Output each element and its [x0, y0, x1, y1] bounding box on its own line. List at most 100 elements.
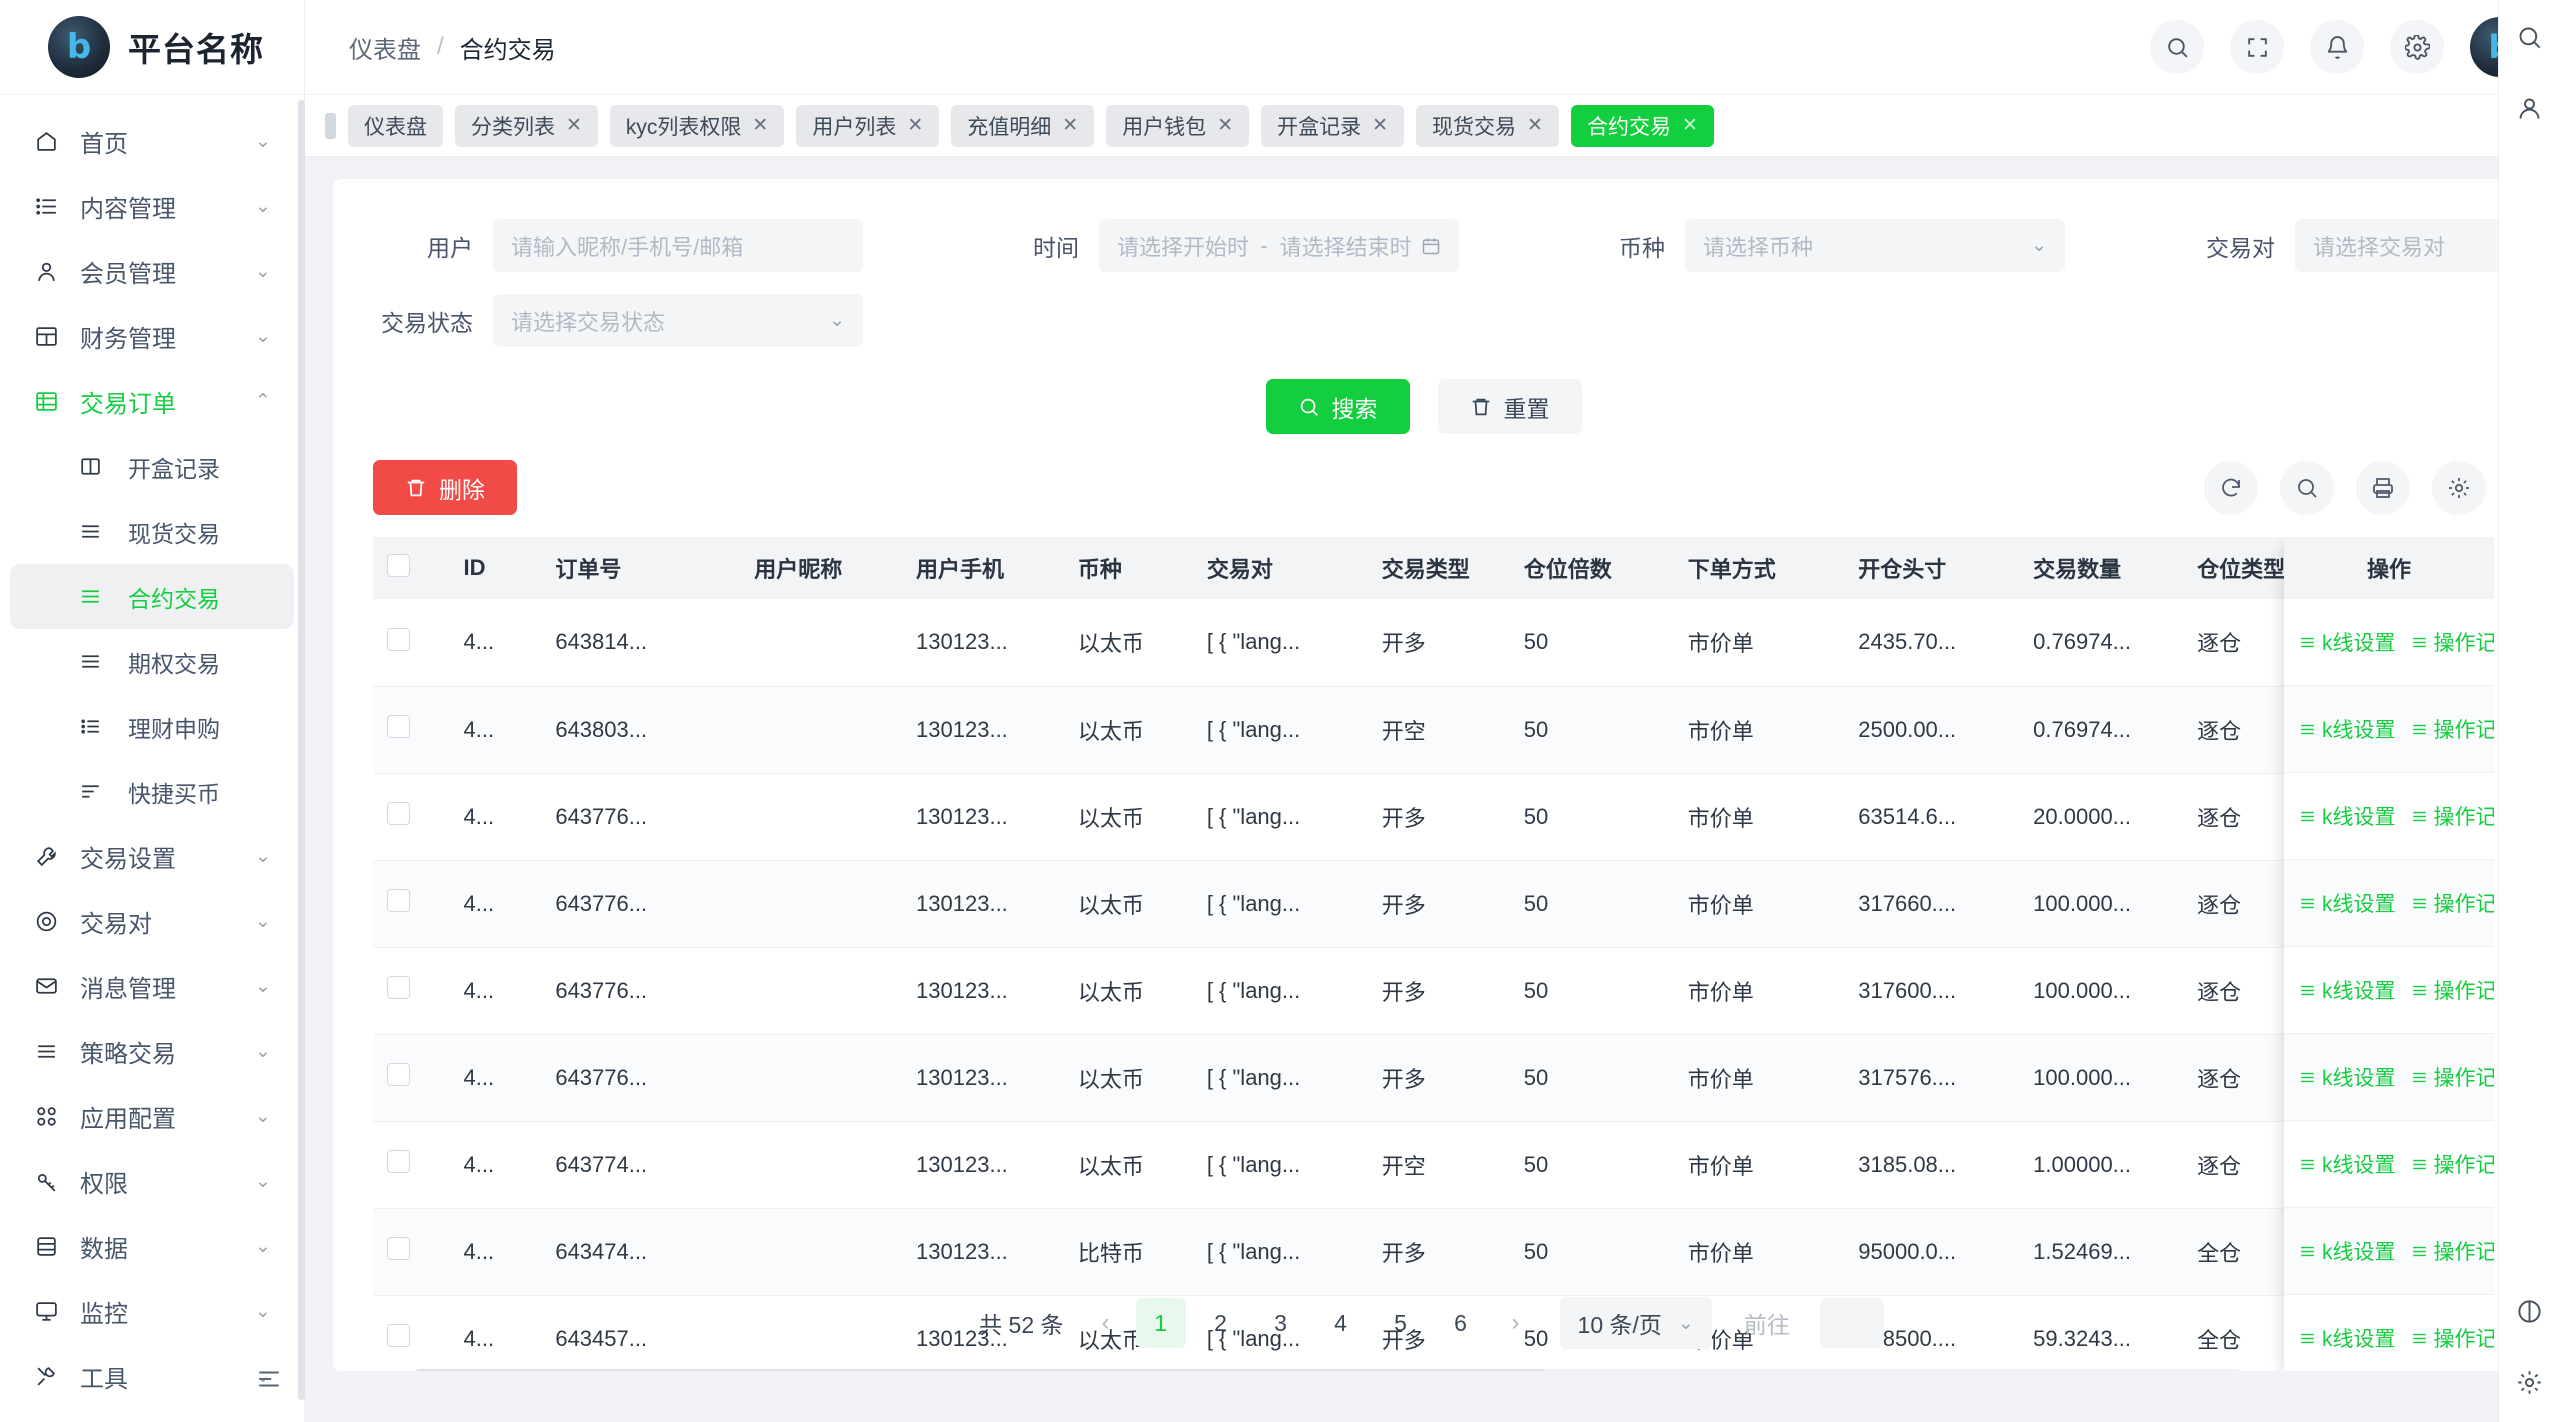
rail-search-icon[interactable]	[2516, 24, 2543, 51]
sidebar-item-期权交易[interactable]: 期权交易	[0, 629, 304, 694]
pagination-page-size[interactable]: 10 条/页 ⌄	[1560, 1297, 1712, 1349]
tab-用户列表[interactable]: 用户列表✕	[796, 105, 939, 147]
op-link-k线设置[interactable]: k线设置	[2298, 1149, 2396, 1179]
brand[interactable]: b 平台名称	[0, 0, 304, 95]
op-link-k线设置[interactable]: k线设置	[2298, 627, 2396, 657]
op-link-操作记录[interactable]: 操作记录	[2410, 975, 2495, 1005]
row-checkbox[interactable]	[387, 1063, 410, 1086]
op-link-k线设置[interactable]: k线设置	[2298, 1236, 2396, 1266]
sidebar-item-会员管理[interactable]: 会员管理⌄	[0, 239, 304, 304]
filter-status-select[interactable]: 请选择交易状态 ⌄	[493, 294, 863, 347]
row-checkbox[interactable]	[387, 628, 410, 651]
close-icon[interactable]: ✕	[1527, 114, 1543, 137]
filter-time-end[interactable]: 请选择结束时间	[1280, 230, 1411, 262]
sidebar-scrollbar[interactable]	[298, 100, 305, 1400]
close-icon[interactable]: ✕	[907, 114, 923, 137]
filter-time-range[interactable]: 请选择开始时间 - 请选择结束时间	[1099, 219, 1459, 272]
tab-用户钱包[interactable]: 用户钱包✕	[1106, 105, 1249, 147]
pagination-goto-input[interactable]	[1820, 1298, 1884, 1348]
close-icon[interactable]: ✕	[1217, 114, 1233, 137]
tab-合约交易[interactable]: 合约交易✕	[1571, 105, 1714, 147]
breadcrumb-root[interactable]: 仪表盘	[349, 30, 421, 65]
op-link-k线设置[interactable]: k线设置	[2298, 975, 2396, 1005]
op-link-操作记录[interactable]: 操作记录	[2410, 801, 2495, 831]
sidebar-item-开盒记录[interactable]: 开盒记录	[0, 434, 304, 499]
bell-icon[interactable]	[2310, 20, 2364, 74]
filter-pair-select[interactable]: 请选择交易对 ⌄	[2295, 219, 2530, 272]
rail-settings-icon[interactable]	[2516, 1369, 2543, 1396]
pagination-page-5[interactable]: 5	[1376, 1298, 1426, 1348]
tab-仪表盘[interactable]: 仪表盘	[348, 105, 443, 147]
row-checkbox[interactable]	[387, 1237, 410, 1260]
sidebar-collapse-icon[interactable]	[252, 1364, 286, 1394]
refresh-icon[interactable]	[2204, 461, 2258, 515]
table-row[interactable]: 4...643776...130123...以太币[ { "lang...开多5…	[373, 773, 2494, 860]
sidebar-item-交易对[interactable]: 交易对⌄	[0, 889, 304, 954]
close-icon[interactable]: ✕	[1682, 114, 1698, 137]
close-icon[interactable]: ✕	[566, 114, 582, 137]
row-checkbox[interactable]	[387, 1150, 410, 1173]
sidebar-item-交易设置[interactable]: 交易设置⌄	[0, 824, 304, 889]
tab-kyc列表权限[interactable]: kyc列表权限✕	[610, 105, 784, 147]
filter-coin-select[interactable]: 请选择币种 ⌄	[1685, 219, 2065, 272]
search-icon[interactable]	[2280, 461, 2334, 515]
tab-充值明细[interactable]: 充值明细✕	[951, 105, 1094, 147]
delete-button[interactable]: 删除	[373, 460, 517, 515]
sidebar-item-内容管理[interactable]: 内容管理⌄	[0, 174, 304, 239]
row-checkbox[interactable]	[387, 889, 410, 912]
print-icon[interactable]	[2356, 461, 2410, 515]
op-link-操作记录[interactable]: 操作记录	[2410, 627, 2495, 657]
sidebar-item-交易订单[interactable]: 交易订单⌃	[0, 369, 304, 434]
op-link-k线设置[interactable]: k线设置	[2298, 888, 2396, 918]
tab-开盒记录[interactable]: 开盒记录✕	[1261, 105, 1404, 147]
close-icon[interactable]: ✕	[1372, 114, 1388, 137]
table-row[interactable]: 4...643774...130123...以太币[ { "lang...开空5…	[373, 1121, 2494, 1208]
select-all-checkbox[interactable]	[387, 554, 410, 577]
sidebar-item-应用配置[interactable]: 应用配置⌄	[0, 1084, 304, 1149]
sidebar-item-理财申购[interactable]: 理财申购	[0, 694, 304, 759]
gear-icon[interactable]	[2390, 20, 2444, 74]
op-link-k线设置[interactable]: k线设置	[2298, 801, 2396, 831]
table-row[interactable]: 4...643776...130123...以太币[ { "lang...开多5…	[373, 1034, 2494, 1121]
pagination-page-6[interactable]: 6	[1436, 1298, 1486, 1348]
close-icon[interactable]: ✕	[1062, 114, 1078, 137]
sidebar-item-策略交易[interactable]: 策略交易⌄	[0, 1019, 304, 1084]
reset-button[interactable]: 重置	[1438, 379, 1582, 434]
op-link-操作记录[interactable]: 操作记录	[2410, 1062, 2495, 1092]
row-checkbox[interactable]	[387, 715, 410, 738]
pagination-next[interactable]: ›	[1504, 1309, 1528, 1337]
filter-time-start[interactable]: 请选择开始时间	[1117, 230, 1248, 262]
sidebar-item-财务管理[interactable]: 财务管理⌄	[0, 304, 304, 369]
tab-现货交易[interactable]: 现货交易✕	[1416, 105, 1559, 147]
op-link-操作记录[interactable]: 操作记录	[2410, 1149, 2495, 1179]
search-icon[interactable]	[2150, 20, 2204, 74]
table-row[interactable]: 4...643776...130123...以太币[ { "lang...开多5…	[373, 947, 2494, 1034]
op-link-操作记录[interactable]: 操作记录	[2410, 1236, 2495, 1266]
pagination-page-4[interactable]: 4	[1316, 1298, 1366, 1348]
tab-分类列表[interactable]: 分类列表✕	[455, 105, 598, 147]
sidebar-item-消息管理[interactable]: 消息管理⌄	[0, 954, 304, 1019]
sidebar-item-快捷买币[interactable]: 快捷买币	[0, 759, 304, 824]
op-link-k线设置[interactable]: k线设置	[2298, 714, 2396, 744]
sidebar-item-合约交易[interactable]: 合约交易	[10, 564, 294, 629]
pagination-page-3[interactable]: 3	[1256, 1298, 1306, 1348]
filter-user-input[interactable]: 请输入昵称/手机号/邮箱	[493, 219, 863, 272]
rail-theme-icon[interactable]	[2516, 1298, 2543, 1325]
table-row[interactable]: 4...643803...130123...以太币[ { "lang...开空5…	[373, 686, 2494, 773]
sidebar-item-首页[interactable]: 首页⌄	[0, 109, 304, 174]
table-row[interactable]: 4...643776...130123...以太币[ { "lang...开多5…	[373, 860, 2494, 947]
table-horizontal-scrollbar[interactable]	[413, 1369, 2244, 1371]
sidebar-item-数据[interactable]: 数据⌄	[0, 1214, 304, 1279]
rail-user-icon[interactable]	[2516, 95, 2543, 122]
fullscreen-icon[interactable]	[2230, 20, 2284, 74]
row-checkbox[interactable]	[387, 976, 410, 999]
sidebar-item-权限[interactable]: 权限⌄	[0, 1149, 304, 1214]
search-button[interactable]: 搜索	[1266, 379, 1410, 434]
pagination-page-1[interactable]: 1	[1136, 1298, 1186, 1348]
gear-icon[interactable]	[2432, 461, 2486, 515]
sidebar-item-监控[interactable]: 监控⌄	[0, 1279, 304, 1344]
tabbar-scroll-handle[interactable]	[325, 113, 336, 139]
table-row[interactable]: 4...643814...130123...以太币[ { "lang...开多5…	[373, 599, 2494, 686]
row-checkbox[interactable]	[387, 802, 410, 825]
close-icon[interactable]: ✕	[752, 114, 768, 137]
